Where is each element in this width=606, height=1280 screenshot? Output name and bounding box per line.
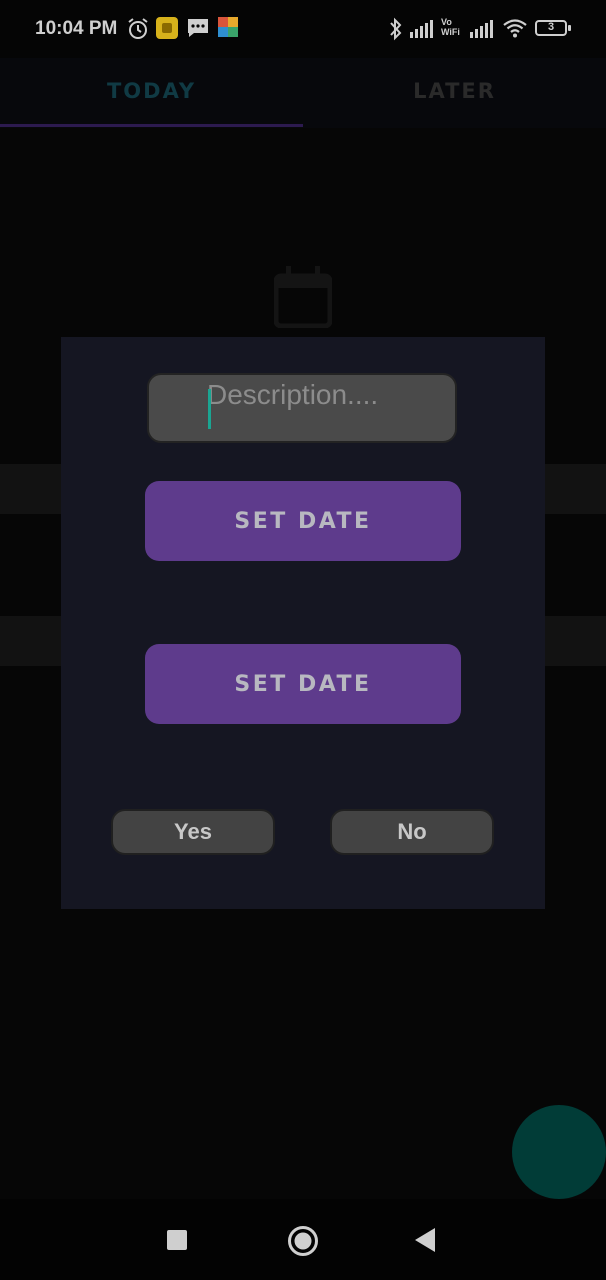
status-time: 10:04 PM xyxy=(35,18,118,39)
back-triangle-icon[interactable] xyxy=(415,1228,435,1252)
wifi-icon xyxy=(503,19,527,38)
vowifi-top-label: Vo xyxy=(441,17,452,27)
battery-level: 3 xyxy=(547,21,555,33)
tab-today-label: TODAY xyxy=(106,79,197,103)
fab-button[interactable] xyxy=(512,1105,606,1199)
calendar-icon xyxy=(274,266,332,328)
tab-indicator xyxy=(0,124,303,127)
set-date-button-1[interactable]: SET DATE xyxy=(145,481,461,561)
no-button[interactable]: No xyxy=(330,809,494,855)
vowifi-bottom-label: WiFi xyxy=(441,27,460,37)
description-placeholder: Description.... xyxy=(207,379,379,410)
vowifi-icon: Vo WiFi xyxy=(441,17,465,37)
bluetooth-icon xyxy=(390,17,402,41)
no-button-label: No xyxy=(397,819,427,844)
app-icon xyxy=(218,17,238,37)
recents-square-icon[interactable] xyxy=(167,1230,187,1250)
yes-button[interactable]: Yes xyxy=(111,809,275,855)
battery-icon: 3 xyxy=(535,20,571,36)
text-caret xyxy=(208,389,211,429)
status-bar: 10:04 PM Vo WiFi 3 xyxy=(0,0,606,58)
set-date-button-2-label: SET DATE xyxy=(234,671,372,697)
tab-later-label: LATER xyxy=(413,79,496,103)
yes-button-label: Yes xyxy=(174,819,212,844)
set-date-button-2[interactable]: SET DATE xyxy=(145,644,461,724)
home-circle-icon[interactable] xyxy=(287,1225,319,1257)
signal-icon-2 xyxy=(470,20,493,38)
tab-today[interactable]: TODAY xyxy=(0,58,303,124)
app-notification-icon xyxy=(156,17,178,39)
signal-icon xyxy=(410,20,433,38)
system-nav-bar xyxy=(0,1199,606,1280)
tab-later[interactable]: LATER xyxy=(303,58,606,124)
alarm-icon xyxy=(128,18,148,39)
message-icon xyxy=(188,19,208,37)
description-input[interactable]: Description.... xyxy=(147,373,457,443)
task-dialog: Description.... SET DATE SET DATE Yes No xyxy=(61,337,545,909)
tab-bar: TODAY LATER xyxy=(0,58,606,128)
set-date-button-1-label: SET DATE xyxy=(234,508,372,534)
